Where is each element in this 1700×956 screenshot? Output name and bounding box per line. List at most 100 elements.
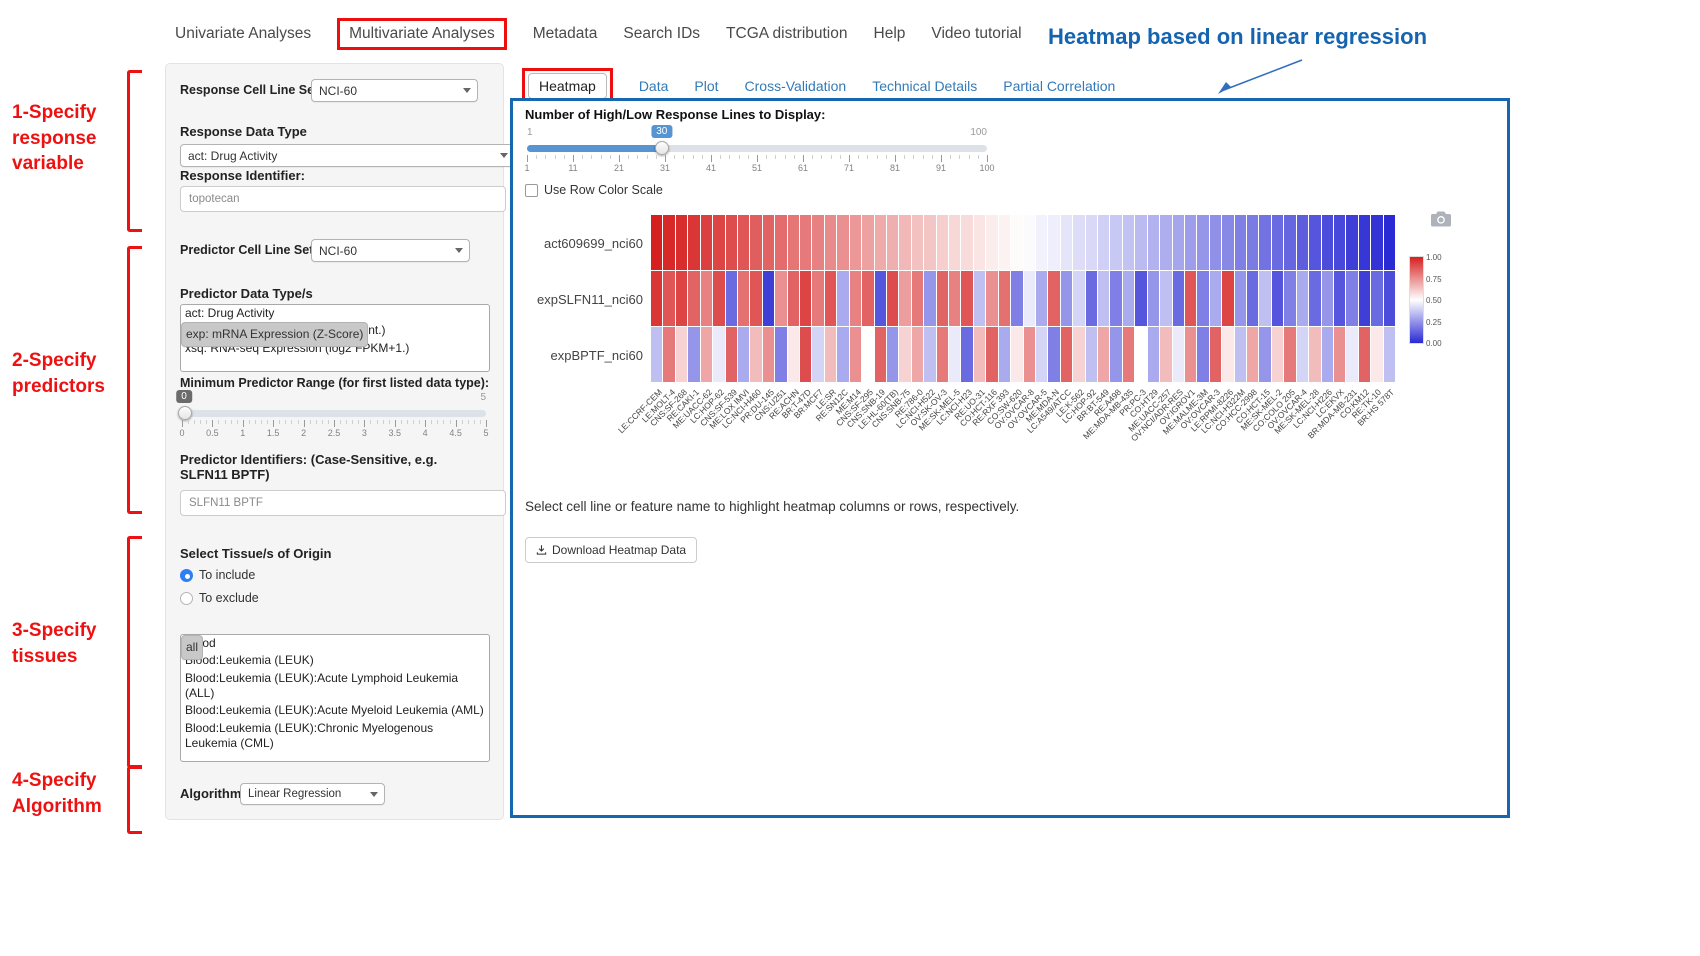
heatmap-cell[interactable] [1222, 215, 1233, 270]
heatmap-cell[interactable] [1309, 327, 1320, 382]
heatmap-cell[interactable] [1297, 271, 1308, 326]
heatmap-cell[interactable] [1098, 271, 1109, 326]
heatmap-cell[interactable] [899, 271, 910, 326]
heatmap-cell[interactable] [1160, 215, 1171, 270]
heatmap-cell[interactable] [1247, 271, 1258, 326]
heatmap-cell[interactable] [887, 327, 898, 382]
heatmap-cell[interactable] [1086, 215, 1097, 270]
download-heatmap-data-button[interactable]: Download Heatmap Data [525, 537, 697, 563]
heatmap-cell[interactable] [800, 215, 811, 270]
heatmap-cell[interactable] [663, 215, 674, 270]
listbox-option[interactable]: Blood [181, 635, 489, 652]
heatmap-cell[interactable] [862, 327, 873, 382]
heatmap-cell[interactable] [1160, 271, 1171, 326]
tissue-exclude-radio[interactable]: To exclude [180, 591, 259, 605]
radio-icon[interactable] [180, 569, 193, 582]
heatmap-cell[interactable] [924, 215, 935, 270]
tab-technical-details[interactable]: Technical Details [872, 78, 977, 94]
heatmap-cell[interactable] [713, 215, 724, 270]
heatmap-cell[interactable] [1073, 215, 1084, 270]
nav-item-2[interactable]: Multivariate Analyses [337, 18, 507, 50]
listbox-option[interactable]: act: Drug Activity [181, 305, 489, 322]
lines-to-display-slider[interactable]: 1 100 30 1112131415161718191100 [527, 125, 987, 181]
heatmap-cell[interactable] [1135, 327, 1146, 382]
heatmap-cell[interactable] [1384, 215, 1395, 270]
predictor-identifiers-input[interactable]: SLFN11 BPTF [180, 490, 506, 516]
checkbox-icon[interactable] [525, 184, 538, 197]
heatmap-cell[interactable] [1371, 271, 1382, 326]
heatmap-cell[interactable] [701, 327, 712, 382]
heatmap-cell[interactable] [800, 327, 811, 382]
listbox-option[interactable]: Blood:Leukemia (LEUK):Chronic Myelogenou… [181, 720, 489, 753]
heatmap-cell[interactable] [763, 327, 774, 382]
heatmap-cell[interactable] [961, 327, 972, 382]
heatmap-cell[interactable] [1086, 271, 1097, 326]
heatmap-cell[interactable] [663, 271, 674, 326]
heatmap-cell[interactable] [1235, 215, 1246, 270]
heatmap-cell[interactable] [688, 215, 699, 270]
listbox-option[interactable]: Blood:Leukemia (LEUK):Acute Lymphoid Leu… [181, 670, 489, 703]
heatmap-cell[interactable] [875, 215, 886, 270]
heatmap-cell[interactable] [1384, 327, 1395, 382]
tissue-include-radio[interactable]: To include [180, 568, 255, 582]
heatmap-cell[interactable] [1135, 271, 1146, 326]
heatmap-cell[interactable] [1073, 327, 1084, 382]
heatmap-cell[interactable] [1284, 271, 1295, 326]
heatmap-cell[interactable] [663, 327, 674, 382]
heatmap-cell[interactable] [800, 271, 811, 326]
heatmap-cell[interactable] [937, 327, 948, 382]
camera-icon[interactable] [1431, 211, 1451, 227]
heatmap-cell[interactable] [713, 327, 724, 382]
heatmap-cell[interactable] [1173, 271, 1184, 326]
heatmap-cell[interactable] [1110, 271, 1121, 326]
heatmap-cell[interactable] [986, 271, 997, 326]
heatmap-cell[interactable] [1346, 271, 1357, 326]
heatmap-cell[interactable] [1322, 271, 1333, 326]
heatmap-cell[interactable] [713, 271, 724, 326]
heatmap-cell[interactable] [763, 215, 774, 270]
heatmap-cell[interactable] [1148, 327, 1159, 382]
heatmap-cell[interactable] [899, 215, 910, 270]
nav-item-3[interactable]: Metadata [533, 20, 598, 48]
heatmap-cell[interactable] [1210, 327, 1221, 382]
heatmap-cell[interactable] [1197, 271, 1208, 326]
heatmap-cell[interactable] [1222, 327, 1233, 382]
heatmap-cell[interactable] [1024, 215, 1035, 270]
tab-plot[interactable]: Plot [694, 78, 718, 94]
heatmap-cell[interactable] [1297, 215, 1308, 270]
heatmap-cell[interactable] [1272, 215, 1283, 270]
heatmap-cell[interactable] [651, 215, 662, 270]
heatmap-cell[interactable] [1334, 271, 1345, 326]
heatmap-cell[interactable] [1297, 327, 1308, 382]
heatmap-cell[interactable] [837, 327, 848, 382]
heatmap-cell[interactable] [875, 327, 886, 382]
heatmap-cell[interactable] [1371, 327, 1382, 382]
heatmap-cell[interactable] [999, 271, 1010, 326]
heatmap-cell[interactable] [726, 271, 737, 326]
heatmap-cell[interactable] [1359, 215, 1370, 270]
heatmap-cell[interactable] [1011, 327, 1022, 382]
heatmap-cell[interactable] [1011, 215, 1022, 270]
heatmap-cell[interactable] [812, 271, 823, 326]
heatmap-cell[interactable] [1110, 327, 1121, 382]
heatmap-cell[interactable] [887, 271, 898, 326]
heatmap-cell[interactable] [1048, 327, 1059, 382]
heatmap-cell[interactable] [1185, 271, 1196, 326]
heatmap-cell[interactable] [775, 215, 786, 270]
heatmap-cell[interactable] [974, 327, 985, 382]
tab-cross-validation[interactable]: Cross-Validation [745, 78, 847, 94]
heatmap-cell[interactable] [1346, 215, 1357, 270]
min-predictor-range-slider[interactable]: 0 5 00.511.522.533.544.55 [182, 390, 486, 438]
heatmap-cell[interactable] [1346, 327, 1357, 382]
heatmap-cell[interactable] [825, 215, 836, 270]
heatmap-cell[interactable] [1247, 215, 1258, 270]
heatmap-cell[interactable] [912, 327, 923, 382]
heatmap-cell[interactable] [1123, 271, 1134, 326]
heatmap-cell[interactable] [1384, 271, 1395, 326]
heatmap-cell[interactable] [1272, 271, 1283, 326]
heatmap-cell[interactable] [750, 215, 761, 270]
heatmap-cell[interactable] [1086, 327, 1097, 382]
heatmap-cell[interactable] [812, 327, 823, 382]
heatmap-cell[interactable] [701, 215, 712, 270]
nav-item-1[interactable]: Univariate Analyses [175, 20, 311, 48]
